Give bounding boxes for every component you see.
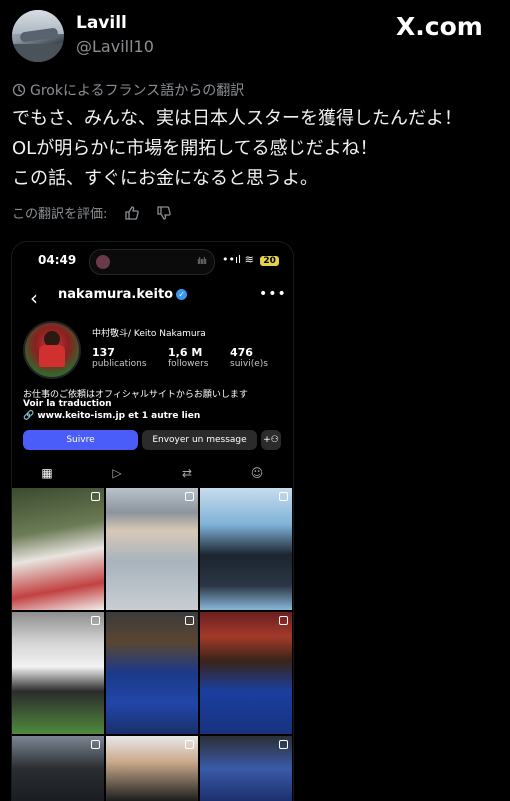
stat-label: followers [168, 359, 209, 369]
dynamic-island: ılıılı [89, 249, 215, 275]
waveform-icon: ılıılı [196, 257, 207, 267]
wifi-icon: ≋ [244, 253, 254, 266]
grid-post[interactable] [12, 736, 104, 801]
brand-text: X.com [396, 12, 483, 41]
stat-number: 137 [92, 346, 115, 359]
grid-post[interactable] [12, 612, 104, 734]
rate-translation: この翻訳を評価: [12, 203, 172, 225]
translation-note: Grokによるフランス語からの翻訳 [12, 80, 244, 100]
stat-label: suivi(e)s [230, 359, 268, 369]
status-icons: ••ıl ≋ 20 [222, 253, 279, 266]
reels-icon[interactable]: ▷ [82, 460, 152, 488]
rate-label: この翻訳を評価: [12, 207, 108, 222]
stat-followers[interactable]: 1,6 M followers [168, 346, 208, 369]
grid-post[interactable] [200, 736, 292, 801]
profile-avatar[interactable] [23, 321, 81, 379]
author-handle[interactable]: @Lavill10 [76, 37, 154, 56]
verified-badge-icon: ✓ [176, 289, 188, 300]
grid-post[interactable] [12, 488, 104, 610]
post-line: OLが明らかに市場を開拓してる感じだよね！ [12, 138, 378, 159]
thumbs-down-icon[interactable] [156, 205, 172, 225]
stat-publications[interactable]: 137 publications [92, 346, 147, 369]
author-display-name[interactable]: Lavill [76, 13, 127, 33]
profile-full-name: 中村敬斗/ Keito Nakamura [92, 329, 206, 339]
tagged-icon[interactable]: ☺ [222, 460, 292, 488]
translation-note-text: Grokによるフランス語からの翻訳 [30, 83, 245, 99]
profile-link[interactable]: 🔗 www.keito-ism.jp et 1 autre lien [23, 411, 200, 421]
x-logo: X.com [396, 12, 483, 41]
stat-label: publications [92, 359, 147, 369]
back-arrow-icon[interactable]: ‹ [30, 286, 38, 310]
thumbs-up-icon[interactable] [124, 205, 140, 225]
more-options-icon[interactable]: ••• [259, 286, 287, 302]
add-person-icon[interactable]: +⚇ [261, 430, 281, 450]
attached-screenshot[interactable]: 04:49 ılıılı ••ıl ≋ 20 ‹ nakamura.keito ✓… [11, 241, 294, 801]
grid-post[interactable] [106, 612, 198, 734]
stat-number: 476 [230, 346, 253, 359]
grid-icon[interactable]: ▦ [12, 460, 82, 489]
profile-username-text: nakamura.keito [58, 287, 174, 302]
grid-post[interactable] [200, 488, 292, 610]
grid-post[interactable] [106, 488, 198, 610]
stat-following[interactable]: 476 suivi(e)s [230, 346, 268, 369]
translate-icon [12, 83, 26, 97]
profile-username: nakamura.keito ✓ [58, 287, 188, 302]
profile-tabs: ▦ ▷ ⇄ ☺ [12, 460, 293, 489]
post-body: でもさ、みんな、実は日本人スターを獲得したんだよ！ OLが明らかに市場を開拓して… [12, 104, 502, 194]
grid-post[interactable] [106, 736, 198, 801]
battery-icon: 20 [260, 256, 279, 266]
message-button[interactable]: Envoyer un message [142, 430, 257, 450]
post-line: この話、すぐにお金になると思うよ。 [12, 168, 318, 189]
author-avatar[interactable] [12, 10, 64, 62]
island-avatar [96, 255, 110, 269]
post-line: でもさ、みんな、実は日本人スターを獲得したんだよ！ [12, 108, 462, 129]
see-translation-link[interactable]: Voir la traduction [23, 399, 112, 409]
signal-icon: ••ıl [222, 253, 242, 266]
link-icon: 🔗 [23, 411, 38, 421]
repost-icon[interactable]: ⇄ [152, 460, 222, 488]
grid-post[interactable] [200, 612, 292, 734]
follow-button[interactable]: Suivre [23, 430, 138, 450]
stat-number: 1,6 M [168, 346, 203, 359]
status-time: 04:49 [38, 253, 77, 267]
post-grid [12, 488, 293, 801]
profile-link-text: www.keito-ism.jp et 1 autre lien [37, 411, 201, 421]
